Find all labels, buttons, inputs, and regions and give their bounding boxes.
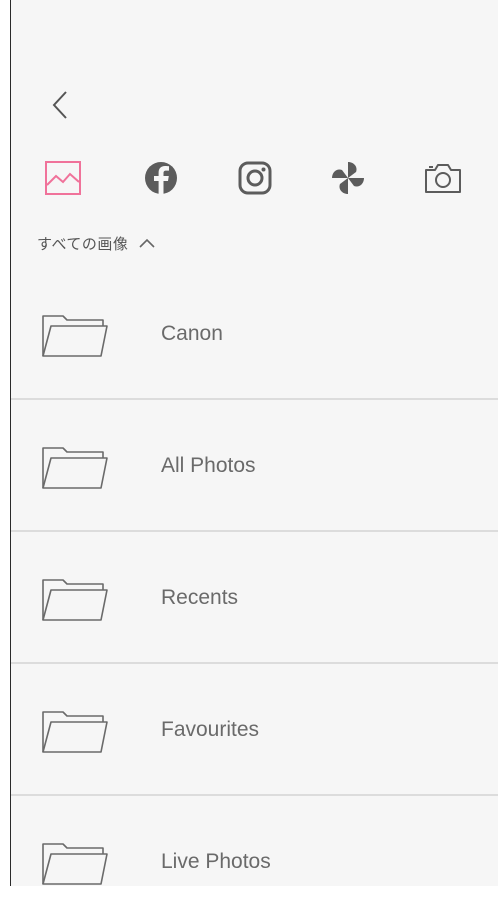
folder-label: Recents — [161, 586, 239, 609]
folder-row-favourites[interactable]: Favourites — [11, 664, 498, 796]
folder-icon — [42, 447, 108, 489]
source-tab-instagram[interactable] — [233, 156, 277, 200]
folder-list: Canon All Photos Recents Favourites Live… — [11, 268, 498, 886]
source-tab-gallery[interactable] — [41, 156, 85, 200]
folder-label: Live Photos — [161, 850, 271, 873]
album-selector[interactable]: すべての画像 — [37, 230, 156, 256]
folder-label: Canon — [161, 322, 223, 345]
pinwheel-icon — [332, 162, 364, 194]
camera-icon — [425, 164, 461, 193]
chevron-up-icon — [139, 238, 155, 248]
source-tab-camera[interactable] — [421, 156, 465, 200]
image-icon — [45, 161, 81, 195]
album-selector-title: すべての画像 — [37, 235, 129, 253]
back-button[interactable] — [45, 88, 75, 122]
folder-icon — [42, 711, 108, 753]
folder-icon — [42, 843, 108, 885]
folder-label: All Photos — [161, 454, 256, 477]
folder-row-canon[interactable]: Canon — [11, 268, 498, 400]
folder-row-live-photos[interactable]: Live Photos — [11, 796, 498, 886]
folder-row-recents[interactable]: Recents — [11, 532, 498, 664]
photo-source-screen: すべての画像 Canon All Photos Recents Favourit… — [10, 0, 498, 886]
folder-icon — [42, 315, 108, 357]
source-tab-pinwheel[interactable] — [326, 156, 370, 200]
source-tab-facebook[interactable] — [139, 156, 183, 200]
folder-row-all-photos[interactable]: All Photos — [11, 400, 498, 532]
folder-label: Favourites — [161, 718, 260, 741]
folder-icon — [42, 579, 108, 621]
facebook-icon — [145, 162, 177, 195]
instagram-icon — [238, 161, 272, 195]
chevron-left-icon — [52, 91, 67, 119]
